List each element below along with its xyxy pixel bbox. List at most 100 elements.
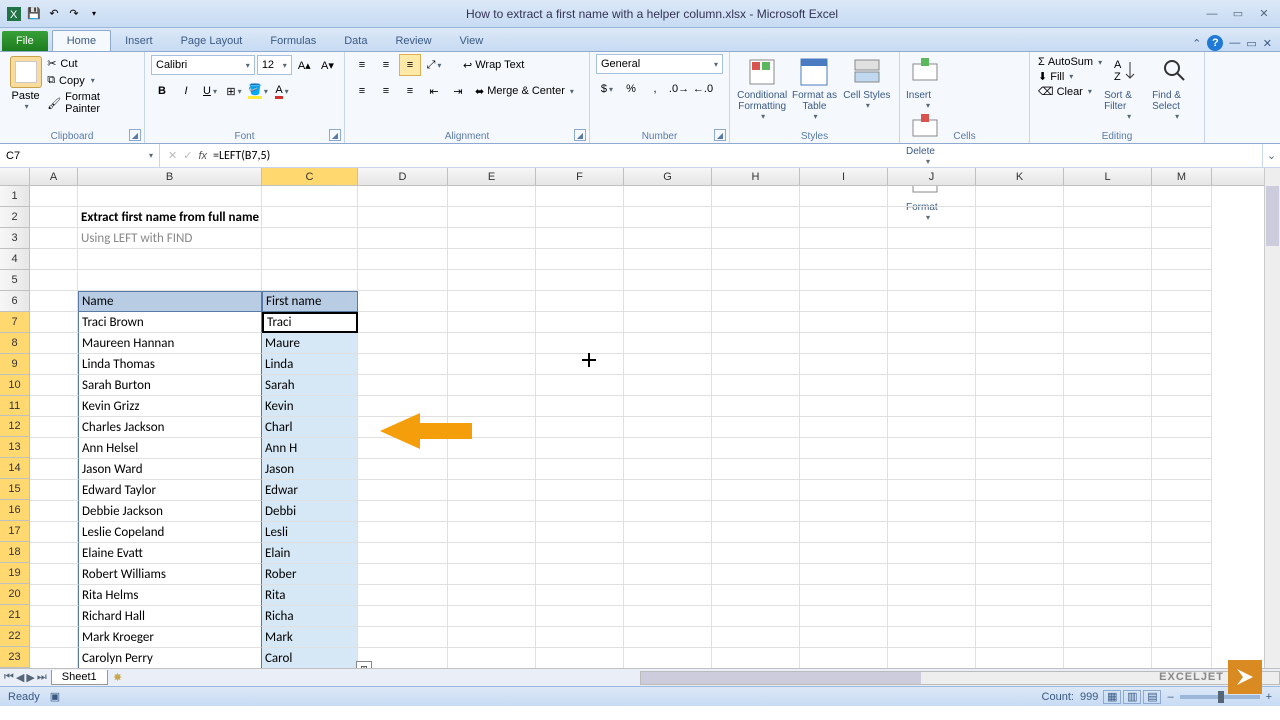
cut-button[interactable]: ✂Cut [45, 56, 138, 71]
cell-D11[interactable] [358, 396, 448, 417]
cell-H20[interactable] [712, 585, 800, 606]
accounting-format-icon[interactable]: $▾ [596, 78, 618, 100]
cell-L23[interactable] [1064, 648, 1152, 668]
cell-G19[interactable] [624, 564, 712, 585]
cell-G17[interactable] [624, 522, 712, 543]
cell-G14[interactable] [624, 459, 712, 480]
cell-H17[interactable] [712, 522, 800, 543]
cell-F21[interactable] [536, 606, 624, 627]
cell-M19[interactable] [1152, 564, 1212, 585]
cell-M17[interactable] [1152, 522, 1212, 543]
zoom-out-icon[interactable]: – [1167, 691, 1173, 703]
cell-K10[interactable] [976, 375, 1064, 396]
col-header-I[interactable]: I [800, 168, 888, 185]
sheet-nav-prev-icon[interactable]: ◀ [16, 671, 24, 684]
cell-E19[interactable] [448, 564, 536, 585]
cell-E6[interactable] [448, 291, 536, 312]
cell-G20[interactable] [624, 585, 712, 606]
cell-H22[interactable] [712, 627, 800, 648]
cell-E20[interactable] [448, 585, 536, 606]
cell-A3[interactable] [30, 228, 78, 249]
cell-C10[interactable]: Sarah [262, 375, 358, 396]
cell-I14[interactable] [800, 459, 888, 480]
cell-F12[interactable] [536, 417, 624, 438]
sheet-nav-last-icon[interactable]: ⏭ [37, 671, 47, 684]
cell-A21[interactable] [30, 606, 78, 627]
cell-D5[interactable] [358, 270, 448, 291]
cell-L3[interactable] [1064, 228, 1152, 249]
cell-J1[interactable] [888, 186, 976, 207]
cell-M6[interactable] [1152, 291, 1212, 312]
cell-L20[interactable] [1064, 585, 1152, 606]
cell-H2[interactable] [712, 207, 800, 228]
cell-F17[interactable] [536, 522, 624, 543]
cell-E15[interactable] [448, 480, 536, 501]
cell-C7[interactable]: Traci [262, 312, 358, 333]
cell-I12[interactable] [800, 417, 888, 438]
cell-J3[interactable] [888, 228, 976, 249]
cell-B3[interactable]: Using LEFT with FIND [78, 228, 262, 249]
cancel-formula-icon[interactable]: ✕ [168, 149, 177, 162]
cell-D13[interactable] [358, 438, 448, 459]
col-header-M[interactable]: M [1152, 168, 1212, 185]
minimize-ribbon-icon[interactable]: ⌃ [1192, 37, 1201, 50]
cell-B21[interactable]: Richard Hall [78, 606, 262, 627]
cell-H21[interactable] [712, 606, 800, 627]
cell-L1[interactable] [1064, 186, 1152, 207]
cell-J21[interactable] [888, 606, 976, 627]
cell-G21[interactable] [624, 606, 712, 627]
cell-A14[interactable] [30, 459, 78, 480]
cell-K23[interactable] [976, 648, 1064, 668]
cell-F23[interactable] [536, 648, 624, 668]
bold-button[interactable]: B [151, 80, 173, 102]
cell-B6[interactable]: Name [78, 291, 262, 312]
cell-C19[interactable]: Rober [262, 564, 358, 585]
cell-M11[interactable] [1152, 396, 1212, 417]
merge-center-button[interactable]: ⬌Merge & Center▾ [471, 85, 578, 98]
cell-M22[interactable] [1152, 627, 1212, 648]
cell-K18[interactable] [976, 543, 1064, 564]
tab-formulas[interactable]: Formulas [256, 31, 330, 51]
cell-E22[interactable] [448, 627, 536, 648]
cell-F11[interactable] [536, 396, 624, 417]
cell-D3[interactable] [358, 228, 448, 249]
row-header-6[interactable]: 6 [0, 291, 30, 312]
cell-M12[interactable] [1152, 417, 1212, 438]
help-icon[interactable]: ? [1207, 35, 1223, 51]
cell-B1[interactable] [78, 186, 262, 207]
cell-I20[interactable] [800, 585, 888, 606]
cell-D2[interactable] [358, 207, 448, 228]
row-header-23[interactable]: 23 [0, 647, 30, 668]
sheet-nav-first-icon[interactable]: ⏮ [4, 671, 14, 684]
cell-D15[interactable] [358, 480, 448, 501]
enter-formula-icon[interactable]: ✓ [183, 149, 192, 162]
cell-E11[interactable] [448, 396, 536, 417]
row-header-13[interactable]: 13 [0, 437, 30, 458]
border-button[interactable]: ⊞▾ [223, 80, 245, 102]
cell-J20[interactable] [888, 585, 976, 606]
insert-cells-button[interactable]: Insert▾ [906, 54, 948, 110]
cell-M14[interactable] [1152, 459, 1212, 480]
cell-B15[interactable]: Edward Taylor [78, 480, 262, 501]
cell-G18[interactable] [624, 543, 712, 564]
cell-G6[interactable] [624, 291, 712, 312]
cell-F22[interactable] [536, 627, 624, 648]
cell-K15[interactable] [976, 480, 1064, 501]
cell-J6[interactable] [888, 291, 976, 312]
percent-format-icon[interactable]: % [620, 78, 642, 100]
cell-A12[interactable] [30, 417, 78, 438]
col-header-B[interactable]: B [78, 168, 262, 185]
cell-D17[interactable] [358, 522, 448, 543]
row-header-7[interactable]: 7 [0, 312, 30, 333]
cell-L9[interactable] [1064, 354, 1152, 375]
cell-C11[interactable]: Kevin [262, 396, 358, 417]
cell-K20[interactable] [976, 585, 1064, 606]
cell-J19[interactable] [888, 564, 976, 585]
cell-M4[interactable] [1152, 249, 1212, 270]
cell-D6[interactable] [358, 291, 448, 312]
cell-L21[interactable] [1064, 606, 1152, 627]
cell-C12[interactable]: Charl [262, 417, 358, 438]
cell-M10[interactable] [1152, 375, 1212, 396]
align-left-icon[interactable]: ≡ [351, 80, 373, 102]
cell-B17[interactable]: Leslie Copeland [78, 522, 262, 543]
